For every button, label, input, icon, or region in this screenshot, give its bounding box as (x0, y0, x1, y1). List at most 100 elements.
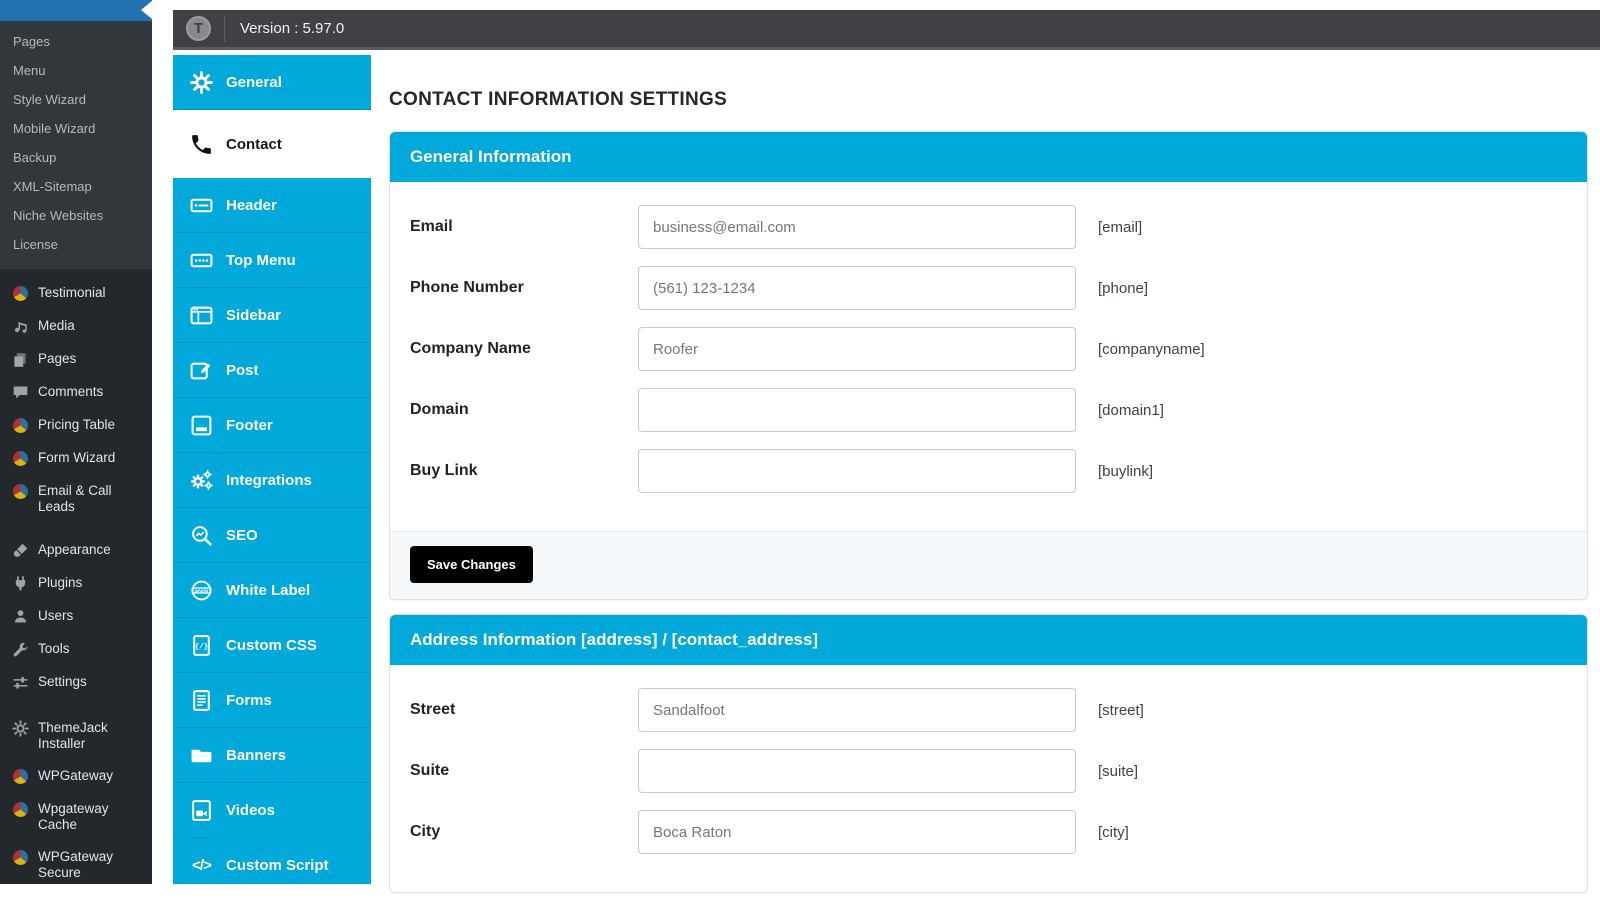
svg-text:WWW: WWW (195, 588, 209, 594)
tab-sidebar[interactable]: Sidebar (173, 288, 371, 343)
domain-field[interactable] (638, 388, 1076, 432)
field-row-domain: Domain [domain1] (410, 388, 1567, 432)
submenu-item-xml-sitemap[interactable]: XML-Sitemap (0, 172, 152, 201)
sidebar-item-form-wizard[interactable]: Form Wizard (0, 442, 152, 475)
buy-link-field[interactable] (638, 449, 1076, 493)
tab-label: Contact (226, 136, 282, 153)
settings-content: CONTACT INFORMATION SETTINGS General Inf… (389, 75, 1588, 907)
panel-footer: Save Changes (390, 531, 1587, 599)
sidebar-item-pages[interactable]: Pages (0, 343, 152, 376)
submenu-item-pages[interactable]: Pages (0, 27, 152, 56)
folder-icon (188, 744, 215, 767)
code-icon: </> (188, 857, 215, 874)
tab-integrations[interactable]: Integrations (173, 453, 371, 508)
gears-icon (188, 468, 215, 492)
shortcode-label: [companyname] (1098, 341, 1205, 358)
tab-contact[interactable]: Contact (173, 110, 371, 178)
sidebar-item-comments[interactable]: Comments (0, 376, 152, 409)
tab-white-label[interactable]: WWW White Label (173, 563, 371, 618)
suite-field[interactable] (638, 749, 1076, 793)
street-field[interactable] (638, 688, 1076, 732)
tab-label: General (226, 74, 282, 91)
tab-custom-css[interactable]: {/} Custom CSS (173, 618, 371, 673)
gear-icon (11, 720, 29, 737)
tab-banners[interactable]: Banners (173, 728, 371, 783)
submenu-item-menu[interactable]: Menu (0, 56, 152, 85)
phone-icon (188, 132, 215, 157)
shortcode-label: [suite] (1098, 763, 1138, 780)
tab-post[interactable]: Post (173, 343, 371, 398)
sidebar-item-users[interactable]: Users (0, 600, 152, 633)
submenu-item-style-wizard[interactable]: Style Wizard (0, 85, 152, 114)
gear-icon (188, 71, 215, 94)
phone-field[interactable] (638, 266, 1076, 310)
tab-label: Top Menu (226, 252, 296, 269)
pages-icon (11, 351, 29, 368)
email-field[interactable] (638, 205, 1076, 249)
sidebar-item-email-call-leads[interactable]: Email & Call Leads (0, 475, 152, 523)
tab-label: Post (226, 362, 259, 379)
shortcode-label: [buylink] (1098, 463, 1153, 480)
sidebar-item-plugins[interactable]: Plugins (0, 567, 152, 600)
tab-seo[interactable]: SEO (173, 508, 371, 563)
user-icon (11, 608, 29, 625)
pie-chart-icon (11, 483, 29, 500)
sidebar-item-tools[interactable]: Tools (0, 633, 152, 666)
sliders-icon (11, 674, 29, 691)
submenu-item-backup[interactable]: Backup (0, 143, 152, 172)
field-label: Suite (410, 762, 638, 780)
field-label: Email (410, 218, 638, 236)
menu-bar-icon (188, 249, 215, 272)
seo-magnifier-icon (188, 524, 215, 547)
address-information-panel: Address Information [address] / [contact… (389, 614, 1588, 893)
submenu-item-license[interactable]: License (0, 230, 152, 259)
header-bar-icon (188, 194, 215, 217)
tab-label: Sidebar (226, 307, 281, 324)
sidebar-item-wpgateway[interactable]: WPGateway (0, 760, 152, 793)
pie-chart-icon (11, 849, 29, 866)
sidebar-item-media[interactable]: Media (0, 310, 152, 343)
tab-top-menu[interactable]: Top Menu (173, 233, 371, 288)
submenu-item-mobile-wizard[interactable]: Mobile Wizard (0, 114, 152, 143)
company-name-field[interactable] (638, 327, 1076, 371)
sidebar-item-wpgateway-secure[interactable]: WPGateway Secure (0, 841, 152, 889)
tab-header[interactable]: Header (173, 178, 371, 233)
sidebar-item-appearance[interactable]: Appearance (0, 534, 152, 567)
form-document-icon (188, 689, 215, 712)
pie-chart-icon (11, 450, 29, 467)
sidebar-item-testimonial[interactable]: Testimonial (0, 277, 152, 310)
field-row-phone: Phone Number [phone] (410, 266, 1567, 310)
pie-chart-icon (11, 768, 29, 785)
tab-general[interactable]: General (173, 55, 371, 110)
panel-body: Email [email] Phone Number [phone] Compa… (390, 182, 1587, 531)
plug-icon (11, 575, 29, 592)
tab-custom-script[interactable]: </> Custom Script (173, 838, 371, 884)
tab-label: Custom Script (226, 857, 329, 874)
sidebar-item-themejack-installer[interactable]: ThemeJack Installer (0, 712, 152, 760)
sidebar-item-settings[interactable]: Settings (0, 666, 152, 699)
sidebar-item-pricing-table[interactable]: Pricing Table (0, 409, 152, 442)
footer-bar-icon (188, 414, 215, 437)
shortcode-label: [street] (1098, 702, 1144, 719)
shortcode-label: [city] (1098, 824, 1129, 841)
field-label: Phone Number (410, 279, 638, 297)
sidebar-item-wpgateway-cache[interactable]: Wpgateway Cache (0, 793, 152, 841)
tab-footer[interactable]: Footer (173, 398, 371, 453)
video-document-icon (188, 799, 215, 822)
settings-tab-nav: General Contact Header Top Menu Sidebar … (173, 55, 371, 884)
save-changes-button[interactable]: Save Changes (410, 546, 533, 583)
tab-videos[interactable]: Videos (173, 783, 371, 838)
wrench-icon (11, 641, 29, 658)
tab-label: Forms (226, 692, 272, 709)
city-field[interactable] (638, 810, 1076, 854)
shortcode-label: [phone] (1098, 280, 1148, 297)
panel-header: General Information (390, 132, 1587, 182)
tab-forms[interactable]: Forms (173, 673, 371, 728)
submenu-item-niche-websites[interactable]: Niche Websites (0, 201, 152, 230)
tab-label: Footer (226, 417, 273, 434)
field-row-email: Email [email] (410, 205, 1567, 249)
comment-bubble-icon (11, 384, 29, 401)
field-row-company-name: Company Name [companyname] (410, 327, 1567, 371)
field-label: Buy Link (410, 462, 638, 480)
wp-active-menu-item[interactable] (0, 0, 152, 21)
